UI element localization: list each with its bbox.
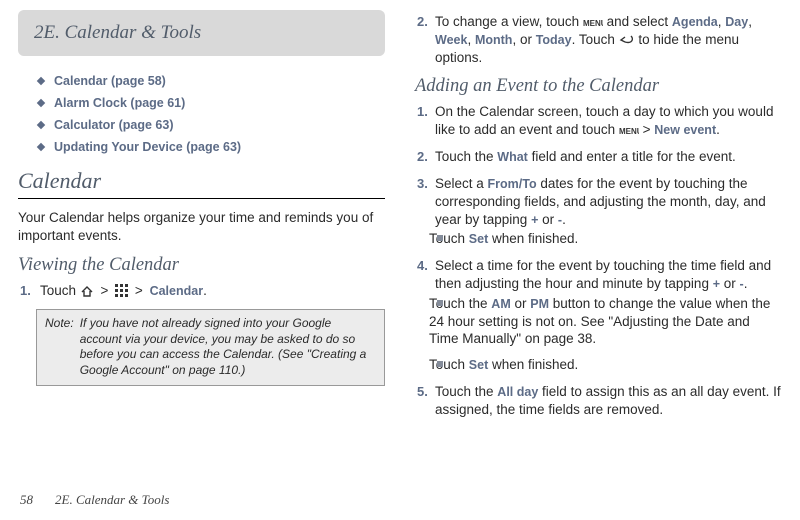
- am-keyword: AM: [491, 297, 510, 311]
- toc-item: Calendar (page 58): [38, 74, 385, 88]
- text: .: [562, 212, 566, 227]
- text: To change a view, touch: [435, 14, 583, 29]
- calendar-intro: Your Calendar helps organize your time a…: [18, 209, 385, 245]
- text: >: [639, 122, 654, 137]
- step-item: Select a From/To dates for the event by …: [415, 175, 782, 248]
- calendar-heading: Calendar: [18, 168, 385, 194]
- note-label: Note:: [45, 316, 74, 378]
- step-item: Touch the What field and enter a title f…: [415, 148, 782, 166]
- svg-text:MENU: MENU: [583, 19, 603, 28]
- home-icon: [80, 285, 94, 297]
- text: or: [720, 276, 740, 291]
- agenda-keyword: Agenda: [672, 15, 718, 29]
- text: Touch: [429, 357, 469, 372]
- step-item: On the Calendar screen, touch a day to w…: [415, 103, 782, 139]
- toc-label: Calculator (page 63): [54, 118, 173, 132]
- text: .: [744, 276, 748, 291]
- toc-label: Updating Your Device (page 63): [54, 140, 241, 154]
- diamond-icon: [37, 77, 45, 85]
- toc-label: Calendar (page 58): [54, 74, 166, 88]
- week-keyword: Week: [435, 33, 467, 47]
- month-keyword: Month: [475, 33, 512, 47]
- text: when finished.: [488, 357, 578, 372]
- text: field and enter a title for the event.: [528, 149, 736, 164]
- toc-item: Updating Your Device (page 63): [38, 140, 385, 154]
- diamond-icon: [37, 99, 45, 107]
- text: Select a: [435, 176, 488, 191]
- text: >: [94, 283, 115, 298]
- text: .: [716, 122, 720, 137]
- text: Touch: [429, 231, 469, 246]
- text: ,: [748, 14, 752, 29]
- set-keyword: Set: [469, 232, 488, 246]
- text: Touch the: [435, 149, 497, 164]
- fromto-keyword: From/To: [488, 177, 537, 191]
- text: Touch the: [435, 384, 497, 399]
- step-item: Touch > > Calendar.: [18, 282, 385, 300]
- back-arrow-icon: [619, 34, 635, 46]
- text: Touch: [40, 283, 80, 298]
- diamond-icon: [37, 121, 45, 129]
- text: ,: [467, 32, 475, 47]
- diamond-icon: [37, 143, 45, 151]
- text: On the Calendar screen, touch a day to w…: [435, 104, 773, 137]
- toc-item: Calculator (page 63): [38, 118, 385, 132]
- note-text: If you have not already signed into your…: [80, 316, 376, 378]
- set-keyword: Set: [469, 358, 488, 372]
- calendar-keyword: Calendar: [150, 284, 204, 298]
- plus-keyword: +: [713, 277, 720, 291]
- text: and select: [603, 14, 672, 29]
- toc-item: Alarm Clock (page 61): [38, 96, 385, 110]
- adding-heading: Adding an Event to the Calendar: [415, 76, 782, 97]
- what-keyword: What: [497, 150, 528, 164]
- svg-text:MENU: MENU: [619, 127, 639, 136]
- menu-icon: MENU: [583, 18, 603, 28]
- step-item: Touch the All day field to assign this a…: [415, 383, 782, 419]
- text: or: [511, 296, 531, 311]
- note-box: Note: If you have not already signed int…: [36, 309, 385, 385]
- page-number: 58: [20, 492, 33, 507]
- toc-label: Alarm Clock (page 61): [54, 96, 185, 110]
- text: .: [203, 283, 207, 298]
- today-keyword: Today: [536, 33, 572, 47]
- newevent-keyword: New event: [654, 123, 716, 137]
- step-item: To change a view, touch MENU and select …: [415, 13, 782, 66]
- day-keyword: Day: [725, 15, 748, 29]
- text: , or: [512, 32, 535, 47]
- viewing-heading: Viewing the Calendar: [18, 255, 385, 276]
- text: when finished.: [488, 231, 578, 246]
- footer-section: 2E. Calendar & Tools: [55, 492, 169, 507]
- pm-keyword: PM: [530, 297, 549, 311]
- text: . Touch: [572, 32, 619, 47]
- allday-keyword: All day: [497, 385, 538, 399]
- text: Touch the: [429, 296, 491, 311]
- apps-grid-icon: [115, 284, 128, 297]
- menu-icon: MENU: [619, 126, 639, 136]
- page-footer: 58 2E. Calendar & Tools: [20, 492, 169, 508]
- text: >: [128, 283, 149, 298]
- rule: [18, 198, 385, 199]
- text: or: [538, 212, 558, 227]
- section-header: 2E. Calendar & Tools: [18, 10, 385, 56]
- step-item: Select a time for the event by touching …: [415, 257, 782, 374]
